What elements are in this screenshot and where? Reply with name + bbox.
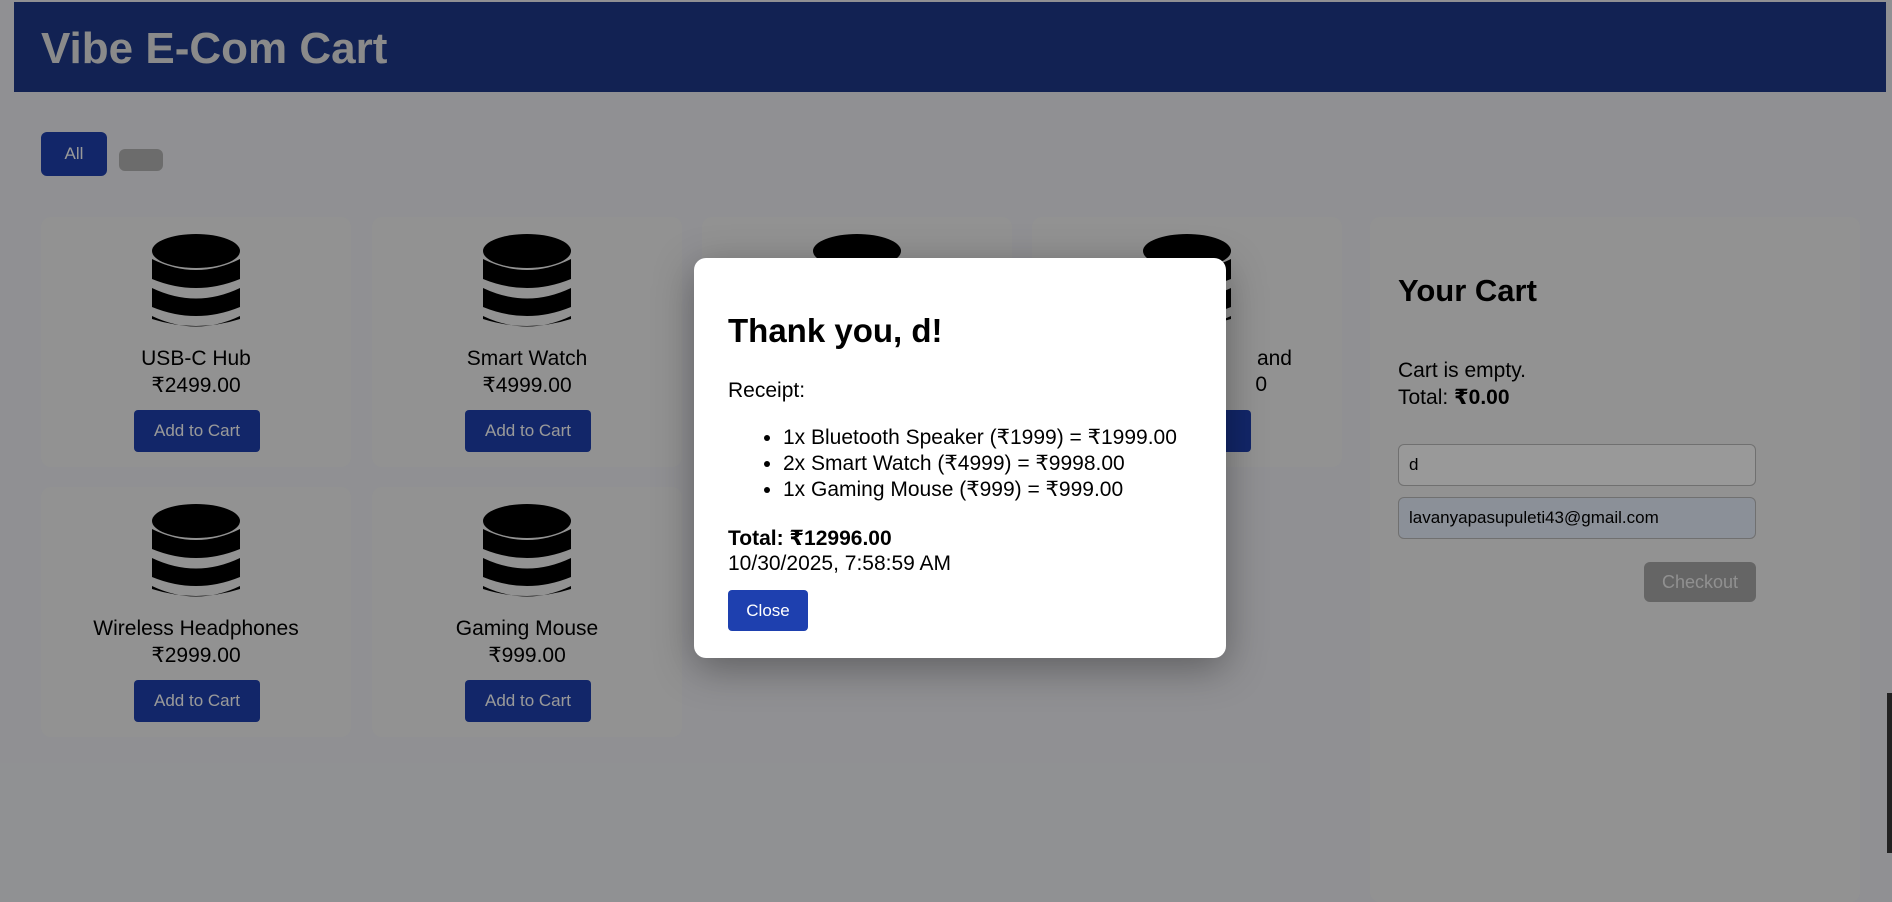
receipt-item: 1x Bluetooth Speaker (₹1999) = ₹1999.00 bbox=[783, 425, 1177, 451]
modal-title: Thank you, d! bbox=[728, 312, 943, 349]
receipt-timestamp: 10/30/2025, 7:58:59 AM bbox=[728, 552, 952, 575]
receipt-item: 1x Gaming Mouse (₹999) = ₹999.00 bbox=[783, 477, 1177, 503]
receipt-total: Total: ₹12996.00 bbox=[728, 527, 892, 550]
receipt-label: Receipt: bbox=[728, 379, 806, 402]
receipt-item: 2x Smart Watch (₹4999) = ₹9998.00 bbox=[783, 451, 1177, 477]
receipt-modal: Thank you, d! Receipt: 1x Bluetooth Spea… bbox=[694, 258, 1226, 658]
receipt-items-list: 1x Bluetooth Speaker (₹1999) = ₹1999.00 … bbox=[728, 425, 1177, 503]
scrollbar-thumb[interactable] bbox=[1887, 693, 1892, 853]
close-button[interactable]: Close bbox=[728, 590, 808, 631]
